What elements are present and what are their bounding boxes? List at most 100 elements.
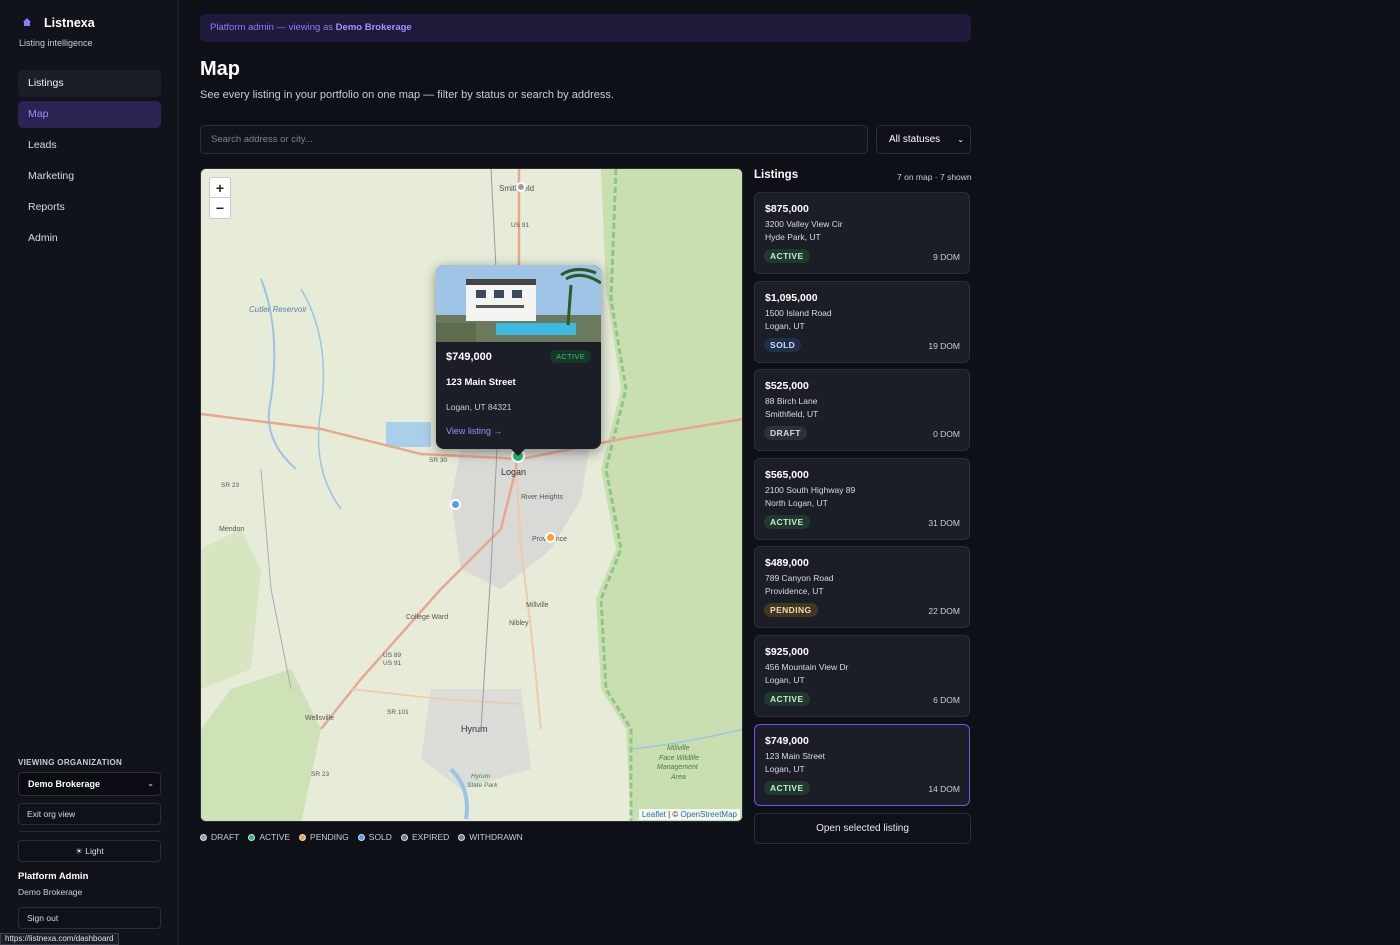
svg-text:Wellsville: Wellsville — [305, 715, 334, 722]
status-badge: ACTIVE — [764, 780, 810, 795]
status-badge: PENDING — [764, 603, 818, 618]
sidebar: Listnexa Listing intelligence Listings M… — [0, 0, 179, 945]
status-filter-select[interactable]: All statuses ⌄ — [876, 125, 971, 154]
app-name: Listnexa — [44, 16, 95, 30]
sold-dot-icon — [357, 833, 365, 841]
svg-text:US 91: US 91 — [511, 222, 529, 229]
home-icon — [22, 17, 34, 29]
listing-card[interactable]: $565,000 2100 South Highway 89 North Log… — [754, 457, 970, 540]
zoom-in-button[interactable]: + — [210, 178, 230, 198]
card-city: Providence, UT — [765, 586, 824, 597]
svg-text:SR 30: SR 30 — [429, 457, 447, 464]
nav-item-admin[interactable]: Admin — [18, 225, 161, 252]
listing-card[interactable]: $489,000 789 Canyon Road Providence, UT … — [754, 546, 970, 629]
org-select[interactable]: Demo Brokerage ⌄ — [18, 772, 161, 796]
legend-label: EXPIRED — [411, 832, 450, 842]
card-dom: 0 DOM — [933, 429, 960, 440]
nav-item-listings[interactable]: Listings — [18, 70, 161, 97]
map-marker[interactable] — [450, 499, 461, 510]
nav-item-reports[interactable]: Reports — [18, 194, 161, 221]
svg-text:SR 101: SR 101 — [387, 709, 409, 716]
card-city: Logan, UT — [765, 674, 805, 685]
theme-toggle-button[interactable]: ☀ Light — [18, 840, 161, 862]
listing-card[interactable]: $875,000 3200 Valley View Cir Hyde Park,… — [754, 192, 970, 274]
svg-text:SR 23: SR 23 — [311, 771, 329, 778]
card-street: 3200 Valley View Cir — [765, 219, 843, 229]
user-org: Demo Brokerage — [18, 887, 83, 897]
card-dom: 22 DOM — [928, 606, 960, 617]
legend-item-sold: SOLD — [357, 832, 392, 842]
page-description: See every listing in your portfolio on o… — [200, 89, 614, 101]
exit-org-view-button[interactable]: Exit org view — [18, 803, 161, 825]
leaflet-link[interactable]: Leaflet — [642, 810, 666, 819]
svg-text:Cutler Reservoir: Cutler Reservoir — [249, 305, 307, 314]
listing-card-selected[interactable]: $749,000 123 Main Street Logan, UT ACTIV… — [754, 723, 970, 806]
legend-item-draft: DRAFT — [200, 832, 239, 842]
card-price: $1,095,000 — [765, 291, 818, 304]
map-canvas[interactable]: Smithfield US 91 Cutler Reservoir SR 30 … — [200, 168, 743, 822]
brand[interactable]: Listnexa — [22, 16, 95, 30]
legend-label: SOLD — [368, 832, 392, 842]
legend-item-expired: EXPIRED — [400, 832, 450, 842]
popup-tip — [510, 448, 526, 456]
svg-text:SR 23: SR 23 — [221, 482, 239, 489]
map-marker[interactable] — [516, 182, 526, 192]
nav-item-map[interactable]: Map — [18, 101, 161, 128]
nav-item-leads[interactable]: Leads — [18, 132, 161, 159]
withdrawn-dot-icon — [458, 833, 466, 841]
status-badge: DRAFT — [764, 426, 807, 441]
card-city: North Logan, UT — [765, 497, 828, 508]
zoom-control: + − — [209, 177, 231, 219]
listing-cards: $875,000 3200 Valley View Cir Hyde Park,… — [754, 192, 970, 812]
card-dom: 14 DOM — [928, 783, 960, 794]
status-bar-url: https://listnexa.com/dashboard — [0, 933, 119, 945]
card-price: $525,000 — [765, 380, 809, 393]
legend-label: ACTIVE — [259, 832, 291, 842]
admin-banner: Platform admin — viewing as Demo Brokera… — [200, 14, 971, 42]
card-dom: 19 DOM — [928, 340, 960, 351]
svg-text:River Heights: River Heights — [521, 494, 564, 501]
svg-text:Face Wildlife: Face Wildlife — [659, 755, 699, 762]
listing-card[interactable]: $925,000 456 Mountain View Dr Logan, UT … — [754, 634, 970, 717]
search-input[interactable] — [200, 125, 868, 154]
popup-price: $749,000 — [446, 351, 492, 363]
banner-prefix: Platform admin — viewing as — [210, 22, 336, 33]
pending-dot-icon — [299, 833, 307, 841]
svg-text:Millville: Millville — [667, 745, 690, 752]
popup-city: Logan, UT 84321 — [446, 402, 512, 412]
status-badge: ACTIVE — [764, 514, 810, 529]
open-selected-listing-button[interactable]: Open selected listing — [754, 813, 971, 844]
chevron-down-icon: ⌄ — [147, 779, 154, 788]
svg-text:State Park: State Park — [467, 782, 498, 789]
svg-text:Millville: Millville — [526, 602, 549, 609]
view-listing-link[interactable]: View listing → — [446, 426, 502, 436]
zoom-out-button[interactable]: − — [210, 198, 230, 218]
app-tagline: Listing intelligence — [19, 38, 93, 48]
card-street: 1500 Island Road — [765, 307, 832, 318]
chevron-down-icon: ⌄ — [957, 135, 964, 144]
divider — [18, 831, 161, 832]
listing-card[interactable]: $1,095,000 1500 Island Road Logan, UT SO… — [754, 280, 970, 363]
svg-text:Mendon: Mendon — [219, 526, 244, 533]
listings-panel-title: Listings — [754, 169, 799, 181]
legend-label: DRAFT — [211, 832, 240, 842]
nav-item-marketing[interactable]: Marketing — [18, 163, 161, 190]
osm-link[interactable]: OpenStreetMap — [681, 810, 737, 819]
sign-out-button[interactable]: Sign out — [18, 907, 161, 929]
legend-item-withdrawn: WITHDRAWN — [458, 832, 523, 842]
active-dot-icon — [248, 833, 256, 841]
card-street: 2100 South Highway 89 — [765, 484, 856, 495]
card-dom: 9 DOM — [933, 252, 960, 262]
status-badge: ACTIVE — [764, 691, 810, 706]
map-marker[interactable] — [545, 532, 556, 543]
card-dom: 31 DOM — [928, 517, 960, 528]
card-street: 123 Main Street — [765, 750, 826, 761]
legend-item-pending: PENDING — [299, 832, 349, 842]
svg-text:Management: Management — [657, 764, 699, 771]
org-label: VIEWING ORGANIZATION — [18, 758, 123, 767]
user-name: Platform Admin — [18, 871, 89, 882]
legend-label: WITHDRAWN — [469, 832, 523, 842]
expired-dot-icon — [400, 833, 408, 841]
card-price: $489,000 — [765, 557, 809, 570]
listing-card[interactable]: $525,000 88 Birch Lane Smithfield, UT DR… — [754, 369, 970, 452]
